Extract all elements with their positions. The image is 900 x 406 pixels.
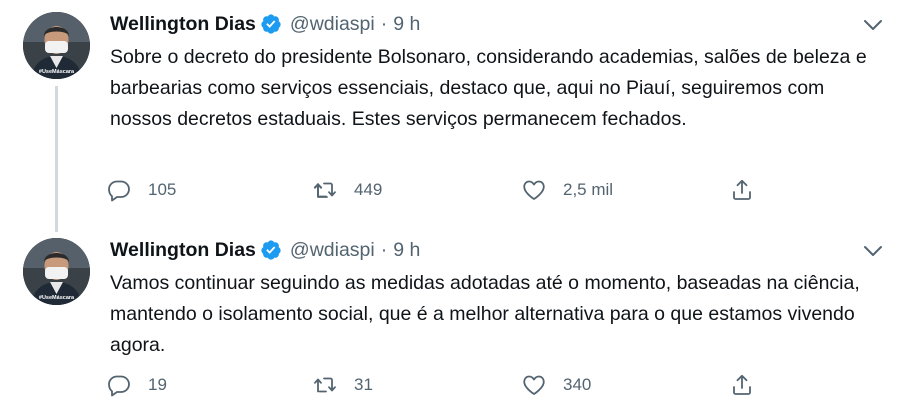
chevron-down-icon[interactable] [862,16,884,34]
tweet[interactable]: #UseMáscara Wellington Dias @wdiaspi · 9… [0,0,900,232]
reply-button[interactable]: 105 [107,175,176,205]
separator-dot: · [380,12,388,35]
tweet-actions: 19 31 340 [0,370,900,400]
like-count: 2,5 mil [563,180,614,199]
like-icon [523,375,545,395]
avatar[interactable]: #UseMáscara [23,238,90,305]
like-count: 340 [563,375,592,394]
reply-count: 19 [148,375,167,394]
tweet[interactable]: #UseMáscara Wellington Dias @wdiaspi · 9… [0,226,900,406]
verified-badge-icon [260,13,282,35]
retweet-button[interactable]: 31 [313,370,373,400]
reply-icon [108,180,130,202]
tweet-text: Vamos continuar seguindo as medidas adot… [110,272,860,356]
reply-button[interactable]: 19 [107,370,167,400]
author-handle[interactable]: @wdiaspi [290,239,375,262]
author-handle[interactable]: @wdiaspi [290,13,375,36]
tweet-text: Sobre o decreto do presidente Bolsonaro,… [110,46,867,130]
timestamp[interactable]: 9 h [393,239,420,262]
share-icon [733,179,751,200]
author-name[interactable]: Wellington Dias [110,239,256,262]
share-button[interactable] [730,370,754,400]
share-button[interactable] [730,175,754,205]
tweet-header: Wellington Dias @wdiaspi · 9 h [110,11,420,37]
like-button[interactable]: 340 [522,370,591,400]
verified-badge-icon [260,239,282,261]
tweet-header: Wellington Dias @wdiaspi · 9 h [110,237,420,263]
avatar[interactable]: #UseMáscara [23,12,90,79]
retweet-icon [313,182,336,198]
avatar-caption: #UseMáscara [39,295,75,301]
reply-count: 105 [148,180,177,199]
like-icon [523,180,545,200]
thread-line [55,86,58,232]
author-name[interactable]: Wellington Dias [110,13,256,36]
retweet-icon [314,377,336,393]
retweet-count: 31 [354,375,373,394]
timestamp[interactable]: 9 h [393,13,420,36]
retweet-button[interactable]: 449 [313,175,382,205]
separator-dot: · [380,238,388,261]
avatar-caption: #UseMáscara [39,69,75,75]
like-button[interactable]: 2,5 mil [522,175,613,205]
chevron-down-icon[interactable] [862,242,884,260]
retweet-count: 449 [354,180,383,199]
tweet-actions: 105 449 2,5 mil [0,175,900,205]
share-icon [733,374,751,395]
reply-icon [108,375,130,397]
